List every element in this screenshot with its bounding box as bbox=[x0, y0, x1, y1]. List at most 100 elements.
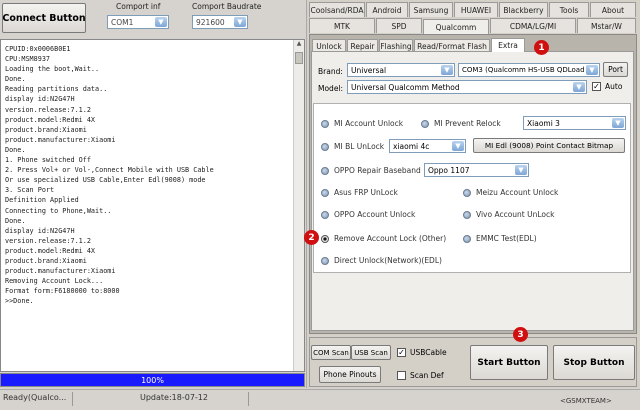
check-icon: ✓ bbox=[592, 81, 601, 91]
radio-label: OPPO Repair Baseband bbox=[334, 166, 421, 175]
tab-samsung[interactable]: Samsung bbox=[409, 2, 453, 17]
comport-value: COM1 bbox=[111, 17, 134, 27]
mi-edl-button[interactable]: MI Edl (9008) Point Contact Bitmap bbox=[473, 138, 625, 153]
subtab-extra[interactable]: Extra bbox=[491, 38, 525, 52]
radio-mi-account-unlock[interactable]: MI Account Unlock bbox=[321, 119, 403, 128]
radio-emmc[interactable]: EMMC Test(EDL) bbox=[463, 234, 537, 243]
chevron-down-icon: ▼ bbox=[573, 82, 585, 92]
log-line: Connecting to Phone,Wait.. bbox=[5, 206, 112, 215]
tab-qualcomm[interactable]: Qualcomm bbox=[423, 19, 489, 34]
usb-scan-button[interactable]: USB Scan bbox=[351, 345, 391, 360]
log-line: CPU:MSM8937 bbox=[5, 55, 51, 64]
log-line: display id:N2G47H bbox=[5, 95, 75, 104]
radio-meizu[interactable]: Meizu Account Unlock bbox=[463, 188, 558, 197]
auto-checkbox[interactable]: ✓ Auto bbox=[592, 82, 622, 91]
radio-asus-frp[interactable]: Asus FRP UnLock bbox=[321, 188, 398, 197]
log-line: version.release:7.1.2 bbox=[5, 236, 91, 245]
mi-prevent-select[interactable]: Xiaomi 3 ▼ bbox=[523, 116, 626, 130]
radio-icon bbox=[463, 188, 471, 197]
log-line: Format form:F6180000 to:8000 bbox=[5, 287, 120, 296]
oppo-select[interactable]: Oppo 1107 ▼ bbox=[424, 163, 529, 177]
port-button[interactable]: Port bbox=[603, 62, 628, 77]
port-select[interactable]: COM3 (Qualcomm HS-USB QDLoad ▼ bbox=[458, 63, 600, 77]
brand-select[interactable]: Universal ▼ bbox=[347, 63, 455, 77]
log-line: Removing Account Lock... bbox=[5, 277, 104, 286]
annotation-badge-2: 2 bbox=[304, 230, 319, 245]
baud-value: 921600 bbox=[196, 17, 225, 27]
radio-label: MI Account Unlock bbox=[334, 119, 404, 128]
brand-label: Brand: bbox=[318, 67, 343, 76]
radio-oppo-account[interactable]: OPPO Account Unlock bbox=[321, 210, 415, 219]
tab-mtk[interactable]: MTK bbox=[309, 18, 375, 33]
comport-select[interactable]: COM1 ▼ bbox=[107, 15, 169, 29]
tab-spd[interactable]: SPD bbox=[376, 18, 422, 33]
log-line: product.brand:Xiaomi bbox=[5, 125, 87, 134]
radio-mi-bl-unlock[interactable]: MI BL UnLock bbox=[321, 142, 384, 151]
log-scrollbar[interactable]: ▲ bbox=[293, 40, 304, 371]
radio-remove-account[interactable]: Remove Account Lock (Other) bbox=[321, 234, 446, 243]
radio-label: MI BL UnLock bbox=[334, 142, 385, 151]
status-update: Update:18-07-12 bbox=[140, 393, 208, 402]
baud-label: Comport Baudrate bbox=[192, 2, 262, 11]
radio-icon bbox=[321, 166, 329, 175]
log-line: Done. bbox=[5, 145, 26, 154]
stop-button[interactable]: Stop Button bbox=[553, 345, 635, 380]
radio-label: Direct Unlock(Network)(EDL) bbox=[334, 256, 442, 265]
radio-oppo-repair[interactable]: OPPO Repair Baseband bbox=[321, 166, 421, 175]
tab-coolsand-rda[interactable]: Coolsand/RDA bbox=[309, 2, 365, 17]
scroll-up-icon[interactable]: ▲ bbox=[294, 40, 304, 50]
log-line: Definition Applied bbox=[5, 196, 79, 205]
model-label: Model: bbox=[318, 84, 344, 93]
usb-cable-checkbox[interactable]: ✓ USBCable bbox=[397, 348, 447, 357]
status-team: <GSMXTEAM> bbox=[560, 397, 612, 405]
radio-icon bbox=[421, 119, 429, 128]
log-line: product.model:Redmi 4X bbox=[5, 115, 96, 124]
radio-mi-prevent-relock[interactable]: MI Prevent Relock bbox=[421, 119, 501, 128]
model-select[interactable]: Universal Qualcomm Method ▼ bbox=[347, 80, 587, 94]
log-line: product.manufacturer:Xiaomi bbox=[5, 267, 116, 276]
tab-tools[interactable]: Tools bbox=[549, 2, 589, 17]
tab-cdma-lg-mi[interactable]: CDMA/LG/MI bbox=[490, 18, 576, 33]
chevron-down-icon: ▼ bbox=[612, 118, 624, 128]
oppo-value: Oppo 1107 bbox=[428, 165, 470, 175]
chevron-down-icon: ▼ bbox=[586, 65, 598, 75]
radio-label: MI Prevent Relock bbox=[434, 119, 501, 128]
chevron-down-icon: ▼ bbox=[441, 65, 453, 75]
radio-direct-unlock[interactable]: Direct Unlock(Network)(EDL) bbox=[321, 256, 442, 265]
connect-button[interactable]: Connect Button bbox=[2, 3, 86, 33]
com-scan-button[interactable]: COM Scan bbox=[311, 345, 351, 360]
log-line: 1. Phone switched Off bbox=[5, 156, 91, 165]
scroll-thumb[interactable] bbox=[295, 52, 303, 64]
brand-value: Universal bbox=[351, 65, 387, 75]
annotation-badge-1: 1 bbox=[534, 40, 549, 55]
radio-vivo[interactable]: Vivo Account UnLock bbox=[463, 210, 554, 219]
start-button[interactable]: Start Button bbox=[470, 345, 548, 380]
tab-about[interactable]: About bbox=[590, 2, 636, 17]
tab-android[interactable]: Android bbox=[366, 2, 408, 17]
log-line: Done. bbox=[5, 216, 26, 225]
status-ready: Ready(Qualco... bbox=[3, 393, 67, 402]
baud-select[interactable]: 921600 ▼ bbox=[192, 15, 248, 29]
log-line: Done. bbox=[5, 75, 26, 84]
radio-icon bbox=[321, 210, 329, 219]
log-line: product.brand:Xiaomi bbox=[5, 256, 87, 265]
progress-bar: 100% bbox=[0, 373, 305, 387]
tab-mstar-w[interactable]: Mstar/W bbox=[577, 18, 636, 33]
log-output[interactable]: CPUID:0x0006B0E1 CPU:MSM8937 Loading the b… bbox=[0, 39, 305, 372]
log-line: 2. Press Vol+ or Vol-,Connect Mobile wit… bbox=[5, 166, 214, 175]
usb-cable-label: USBCable bbox=[410, 348, 447, 357]
scan-def-checkbox[interactable]: Scan Def bbox=[397, 371, 444, 380]
chevron-down-icon: ▼ bbox=[155, 17, 167, 27]
checkbox-icon bbox=[397, 371, 406, 380]
status-bar: Ready(Qualco... Update:18-07-12 <GSMXTEA… bbox=[0, 389, 640, 410]
log-line: version.release:7.1.2 bbox=[5, 105, 91, 114]
model-value: Universal Qualcomm Method bbox=[351, 82, 460, 92]
radio-icon bbox=[321, 119, 329, 128]
radio-selected-icon bbox=[321, 234, 329, 243]
radio-icon bbox=[463, 210, 471, 219]
mi-bl-select[interactable]: xiaomi 4c ▼ bbox=[389, 139, 466, 153]
tab-blackberry[interactable]: Blackberry bbox=[499, 2, 548, 17]
radio-label: Vivo Account UnLock bbox=[476, 210, 555, 219]
tab-huawei[interactable]: HUAWEI bbox=[454, 2, 498, 17]
phone-pinouts-button[interactable]: Phone Pinouts bbox=[319, 366, 381, 383]
